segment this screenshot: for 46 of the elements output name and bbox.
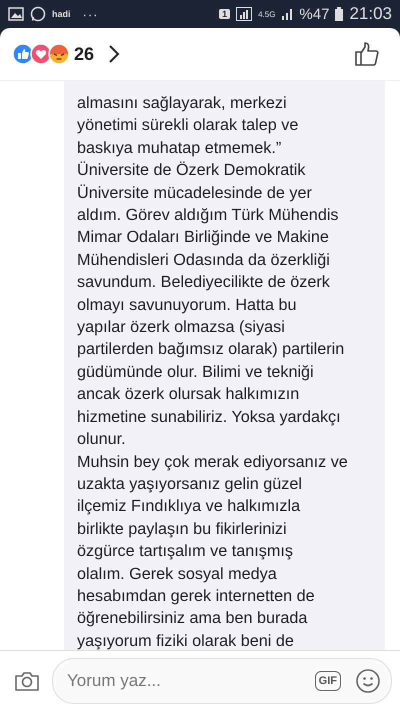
comment-text-line: ilçemiz Fındıklıya ve halkımızla xyxy=(77,496,302,518)
comment-text-line: Üniversite de Özerk Demokratik xyxy=(77,160,306,182)
comment-text-line: partilerden bağımsız olarak) partilerin xyxy=(77,339,346,360)
signal-icon xyxy=(281,8,294,20)
comment-text-line: birlikte paylaşın bu fikirlerinizi xyxy=(77,518,288,540)
comment-text-line: hizmetine sunabiliriz. Yoksa yardakçı xyxy=(77,406,342,428)
comment-text-line: savundum. Belediyecilikte de özerk xyxy=(77,272,331,294)
like-reaction-icon xyxy=(12,43,34,65)
comment-text-line: Üniversite mücadelesinde de yer xyxy=(77,182,313,204)
chat-icon xyxy=(30,6,46,22)
heart-reaction-icon xyxy=(30,43,52,65)
comment-text-line: yönetimi sürekli olarak talep ve xyxy=(77,115,300,136)
comment-text-line: hesabımdan gerek internetten de xyxy=(77,586,316,607)
gif-button[interactable]: GIF xyxy=(314,671,341,691)
comment-text-line: olunur. xyxy=(77,429,127,450)
signal-icon xyxy=(236,7,252,21)
comment-text-line: güdümünde olur. Bilimi ve tekniği xyxy=(77,362,315,383)
chevron-icon[interactable] xyxy=(108,44,120,64)
angry-reaction-icon xyxy=(48,43,70,65)
image-icon xyxy=(8,7,24,21)
comment-text-line: olalım. Gerek sosyal medya xyxy=(77,564,278,585)
battery-icon xyxy=(335,7,344,21)
comment-text-line: öğrenebilirsiniz ama ben burada xyxy=(77,608,308,630)
comment-text-line: ancak özerk olursak halkımızın xyxy=(77,384,300,406)
camera-icon[interactable] xyxy=(14,670,40,692)
network-label: 4.5G xyxy=(258,10,276,18)
comment-text-line: yapılar özerk olmazsa (siyasi xyxy=(77,317,286,338)
sim-label: 1 xyxy=(219,9,230,19)
app-label: hadi xyxy=(52,9,71,19)
reaction-count[interactable]: 26 xyxy=(74,44,94,64)
comment-text-line: uzakta yaşıyorsanız gelin güzel xyxy=(77,474,303,495)
comment-text-line: Mühendisleri Odasında da özerkliği xyxy=(77,250,331,271)
comment-text-line: almasını sağlayarak, merkezi xyxy=(77,93,288,114)
battery-percent: %47 xyxy=(299,6,330,22)
comment-text-line: baskıya muhatap etmemek.” xyxy=(77,138,282,159)
more-text: ··· xyxy=(82,6,99,22)
comment-text-line: özgürce tartışalım ve tanışmış xyxy=(77,541,294,562)
comment-text-line: yaşıyorum fiziki olarak beni de xyxy=(77,630,295,650)
smiley-icon[interactable] xyxy=(355,668,381,694)
clock: 21:03 xyxy=(349,4,392,24)
comment-text-line: Muhsin bey çok merak ediyorsanız ve xyxy=(77,452,349,472)
comment-input-field[interactable]: Yorum yaz... GIF xyxy=(52,658,392,704)
comment-text-line: aldım. Görev aldığım Türk Mühendis xyxy=(77,205,340,226)
like-icon[interactable] xyxy=(354,41,380,67)
comment-text-line: Mimar Odaları Birliğinde ve Makine xyxy=(77,227,330,248)
comment-text-line: olmayı savunuyorum. Hatta bu xyxy=(77,294,298,316)
